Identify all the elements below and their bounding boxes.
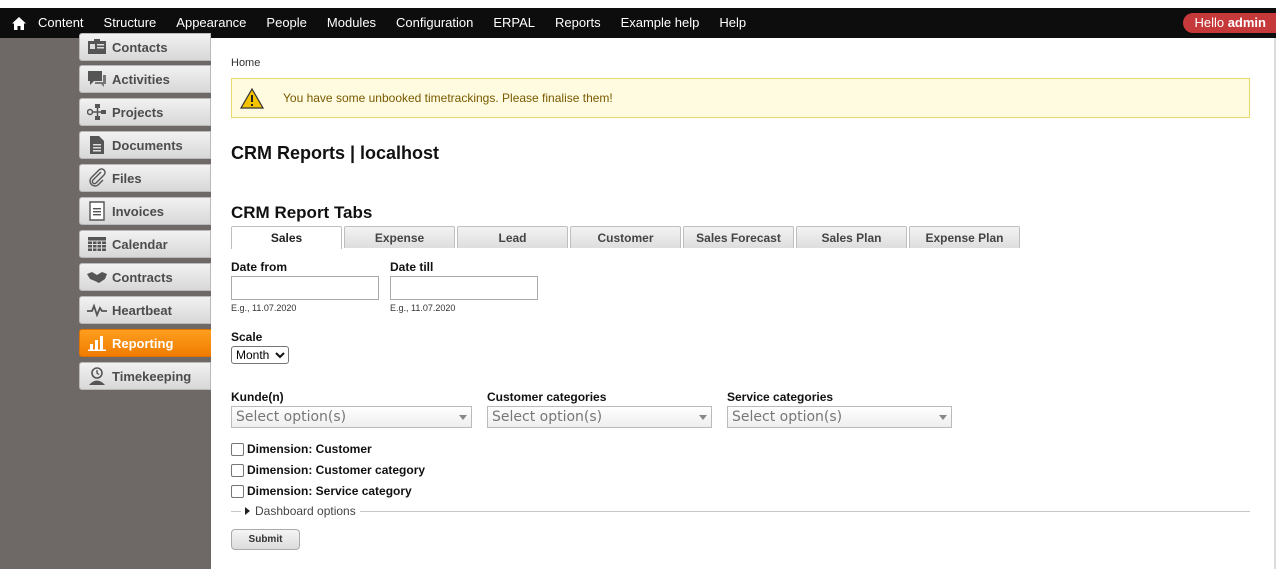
- warning-message: You have some unbooked timetrackings. Pl…: [231, 78, 1250, 118]
- sidebar-item-label: Projects: [112, 104, 164, 120]
- date-till-label: Date till: [390, 260, 434, 274]
- calendar-icon: [84, 233, 110, 255]
- checkbox-box[interactable]: [231, 442, 244, 456]
- date-till-hint: E.g., 11.07.2020: [390, 303, 456, 313]
- toolbar-item-modules[interactable]: Modules: [317, 8, 386, 38]
- toolbar-item-configuration[interactable]: Configuration: [386, 8, 483, 38]
- sidebar-item-label: Documents: [112, 137, 183, 153]
- chevron-down-icon: [275, 348, 286, 362]
- paperclip-icon: [84, 167, 110, 189]
- sidebar-item-contracts[interactable]: Contracts: [79, 263, 211, 291]
- tab-sales-plan[interactable]: Sales Plan: [796, 226, 907, 248]
- dashboard-options-toggle[interactable]: Dashboard options: [241, 504, 360, 518]
- submit-button[interactable]: Submit: [231, 529, 300, 550]
- kunden-select[interactable]: Select option(s): [231, 406, 472, 428]
- sidebar-item-label: Invoices: [112, 203, 165, 219]
- warning-text: You have some unbooked timetrackings. Pl…: [283, 91, 613, 105]
- scale-label: Scale: [231, 330, 263, 344]
- dashboard-options-label: Dashboard options: [255, 504, 356, 518]
- bar-chart-icon: [84, 332, 110, 354]
- sidebar-item-documents[interactable]: Documents: [79, 131, 211, 159]
- date-from-hint: E.g., 11.07.2020: [231, 303, 297, 313]
- dropdown-arrow-icon: [939, 415, 947, 420]
- sidebar-item-activities[interactable]: Activities: [79, 65, 211, 93]
- service-categories-select[interactable]: Select option(s): [727, 406, 952, 428]
- kunden-label: Kunde(n): [231, 390, 284, 404]
- sidebar-item-label: Calendar: [112, 236, 168, 252]
- sidebar-item-calendar[interactable]: Calendar: [79, 230, 211, 258]
- toolbar-item-reports[interactable]: Reports: [545, 8, 611, 38]
- service-categories-label: Service categories: [727, 390, 834, 404]
- sidebar-item-files[interactable]: Files: [79, 164, 211, 192]
- main-content: Home You have some unbooked timetracking…: [211, 38, 1276, 569]
- kunden-placeholder: Select option(s): [236, 409, 347, 425]
- sidebar-item-label: Activities: [112, 71, 170, 87]
- tab-sales[interactable]: Sales: [231, 226, 342, 249]
- dropdown-arrow-icon: [699, 415, 707, 420]
- sidebar-item-reporting[interactable]: Reporting: [79, 329, 222, 357]
- dimension-customer-checkbox[interactable]: Dimension: Customer: [231, 442, 372, 456]
- checkbox-box[interactable]: [231, 484, 244, 498]
- heartbeat-icon: [84, 299, 110, 321]
- sidebar-item-label: Timekeeping: [112, 368, 192, 384]
- sidebar-item-contacts[interactable]: Contacts: [79, 33, 211, 61]
- contacts-icon: [84, 36, 110, 58]
- user-clock-icon: [84, 365, 110, 387]
- scale-selected-value: Month: [236, 348, 270, 362]
- sidebar-item-timekeeping[interactable]: Timekeeping: [79, 362, 211, 390]
- section-title: CRM Report Tabs: [231, 203, 373, 222]
- dropdown-arrow-icon: [459, 415, 467, 420]
- sidebar-item-heartbeat[interactable]: Heartbeat: [79, 296, 211, 324]
- sidebar-item-projects[interactable]: Projects: [79, 98, 211, 126]
- tab-sales-forecast[interactable]: Sales Forecast: [683, 226, 794, 248]
- dashboard-options-divider: [231, 511, 1250, 512]
- hello-user-badge[interactable]: Hello admin: [1183, 13, 1276, 33]
- date-till-input[interactable]: [390, 276, 538, 300]
- hello-prefix: Hello: [1194, 15, 1225, 30]
- checkbox-label: Dimension: Customer: [247, 442, 372, 456]
- customer-categories-label: Customer categories: [487, 390, 607, 404]
- sidebar-item-label: Heartbeat: [112, 302, 172, 318]
- toolbar-item-example-help[interactable]: Example help: [611, 8, 710, 38]
- sidebar-item-label: Contacts: [112, 39, 168, 55]
- sidebar-item-label: Reporting: [112, 335, 174, 351]
- checkbox-label: Dimension: Service category: [247, 484, 412, 498]
- sidebar-item-invoices[interactable]: Invoices: [79, 197, 211, 225]
- scale-select[interactable]: Month: [231, 346, 289, 364]
- projects-icon: [84, 101, 110, 123]
- dimension-service-category-checkbox[interactable]: Dimension: Service category: [231, 484, 412, 498]
- checkbox-box[interactable]: [231, 463, 244, 477]
- home-icon[interactable]: [0, 8, 28, 38]
- date-from-input[interactable]: [231, 276, 379, 300]
- warning-icon: [240, 87, 266, 109]
- breadcrumb[interactable]: Home: [231, 57, 260, 69]
- hello-username: admin: [1227, 15, 1266, 30]
- sidebar-item-label: Files: [112, 170, 142, 186]
- page-title: CRM Reports | localhost: [231, 143, 440, 163]
- tab-expense[interactable]: Expense: [344, 226, 455, 248]
- date-from-label: Date from: [231, 260, 288, 274]
- customer-categories-placeholder: Select option(s): [492, 409, 603, 425]
- toolbar-item-erpal[interactable]: ERPAL: [483, 8, 545, 38]
- documents-icon: [84, 134, 110, 156]
- toolbar-item-help[interactable]: Help: [709, 8, 756, 38]
- service-categories-placeholder: Select option(s): [732, 409, 843, 425]
- handshake-icon: [84, 266, 110, 288]
- tab-expense-plan[interactable]: Expense Plan: [909, 226, 1020, 248]
- checkbox-label: Dimension: Customer category: [247, 463, 426, 477]
- customer-categories-select[interactable]: Select option(s): [487, 406, 712, 428]
- dimension-customer-category-checkbox[interactable]: Dimension: Customer category: [231, 463, 425, 477]
- invoices-icon: [84, 200, 110, 222]
- toolbar-item-people[interactable]: People: [256, 8, 316, 38]
- tab-lead[interactable]: Lead: [457, 226, 568, 248]
- window-top-strip: [0, 0, 1276, 8]
- activities-icon: [84, 68, 110, 90]
- tab-customer[interactable]: Customer: [570, 226, 681, 248]
- collapsed-triangle-icon: [245, 507, 250, 515]
- sidebar-item-label: Contracts: [112, 269, 173, 285]
